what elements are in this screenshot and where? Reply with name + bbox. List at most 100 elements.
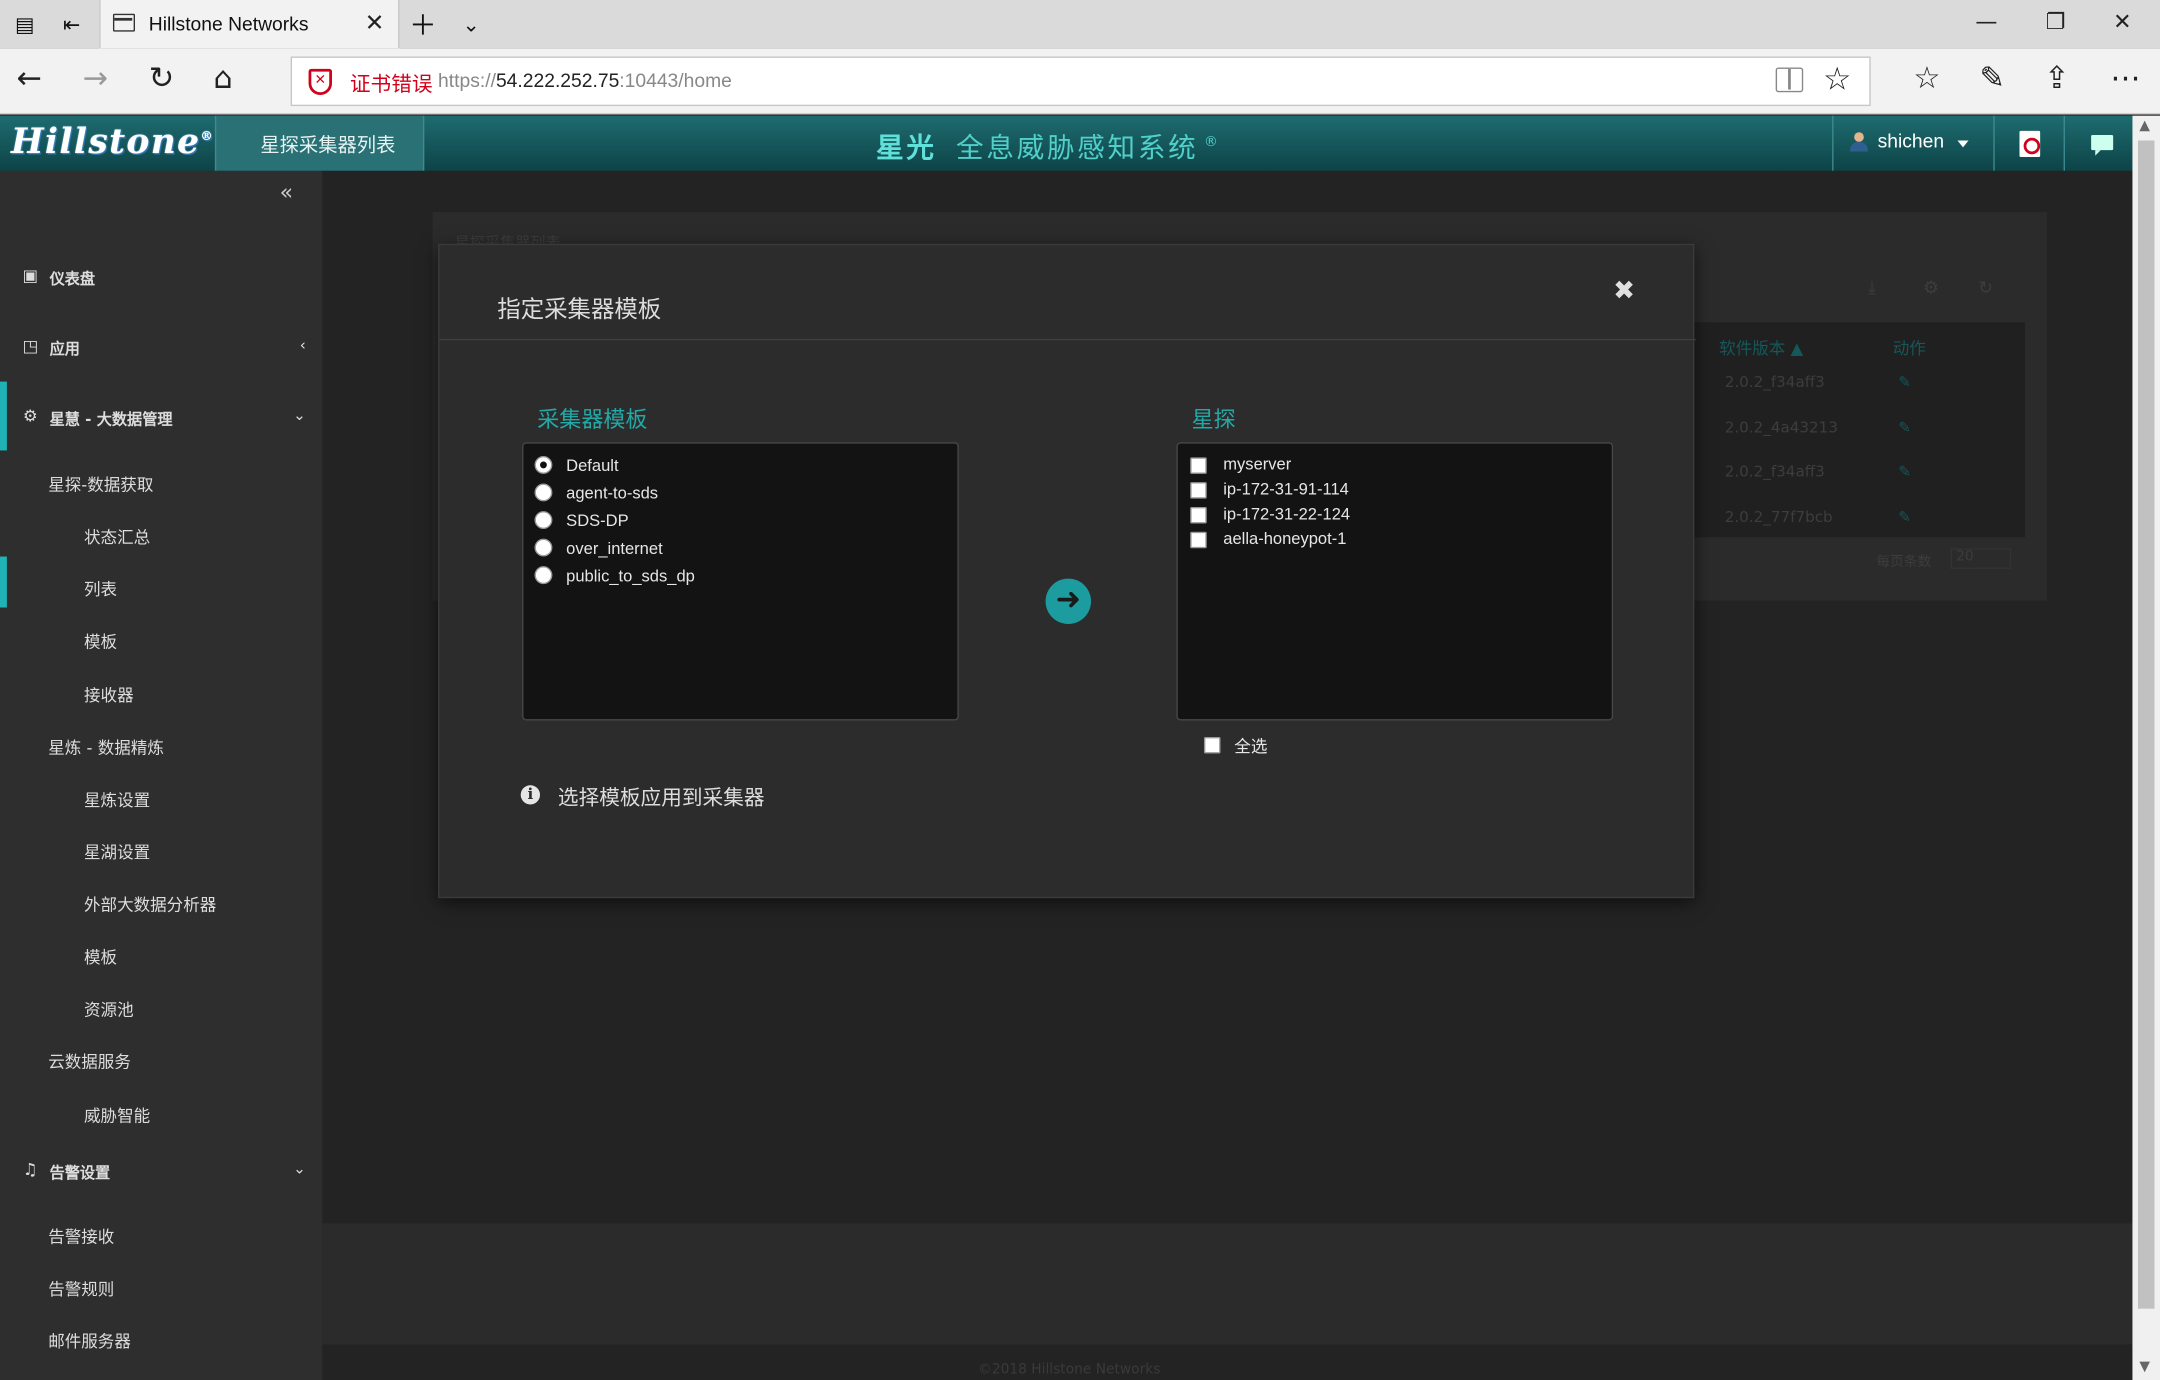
sidebar-item-apps[interactable]: ◳ 应用 ‹ bbox=[0, 329, 322, 370]
sidebar-item-template-2[interactable]: 模板 bbox=[0, 937, 322, 978]
web-note-pen-icon[interactable]: ✎ bbox=[1980, 62, 2005, 96]
checkbox[interactable] bbox=[1190, 506, 1207, 524]
radio-button[interactable] bbox=[534, 455, 553, 474]
edit-icon[interactable]: ✎ bbox=[1898, 508, 1911, 526]
edit-icon[interactable]: ✎ bbox=[1898, 419, 1911, 437]
browser-tab[interactable]: Hillstone Networks ✕ bbox=[99, 0, 400, 49]
header-tab-label: 星探采集器列表 bbox=[260, 134, 396, 158]
tab-title: Hillstone Networks bbox=[148, 12, 309, 35]
cogs-icon: ⚙ bbox=[22, 406, 38, 426]
restore-icon[interactable]: ❐ bbox=[2046, 8, 2066, 34]
reading-view-icon[interactable] bbox=[1775, 67, 1804, 93]
sidebar-item-status[interactable]: 状态汇总 bbox=[0, 517, 322, 558]
browser-nav-bar: ← → ↻ ⌂ ✕ 证书错误 https://54.222.252.75:104… bbox=[0, 48, 2160, 115]
checkbox[interactable] bbox=[1190, 482, 1207, 499]
probes-heading: 星探 bbox=[1191, 406, 1236, 433]
table-cell-version: 2.0.2_f34aff3 bbox=[1724, 373, 1825, 392]
minimize-icon[interactable]: — bbox=[1975, 8, 1997, 34]
tab-list-chevron-icon[interactable]: ⌄ bbox=[457, 11, 485, 39]
sidebar-item-bigdata[interactable]: ⚙ 星慧 - 大数据管理 ⌄ bbox=[0, 399, 322, 440]
cert-error-shield-icon[interactable]: ✕ bbox=[308, 68, 332, 96]
select-all-checkbox[interactable] bbox=[1203, 736, 1221, 754]
new-tab-icon[interactable]: ＋ bbox=[409, 11, 437, 39]
sidebar-item-dashboard[interactable]: ▣ 仪表盘 bbox=[0, 259, 322, 300]
set-tabs-aside-icon[interactable]: ⇤ bbox=[58, 11, 86, 39]
sidebar-item-refine-settings[interactable]: 星炼设置 bbox=[0, 780, 322, 821]
scroll-up-icon[interactable]: ▲ bbox=[2139, 118, 2150, 133]
user-name: shichen bbox=[1877, 129, 1945, 152]
collapse-sidebar-icon[interactable]: « bbox=[280, 179, 293, 205]
assign-template-modal: 指定采集器模板 ✖ 采集器模板 Default agent-to-sds SDS… bbox=[438, 243, 1696, 899]
sidebar-item-threat-intel[interactable]: 威胁智能 bbox=[0, 1095, 322, 1136]
favorites-hub-icon[interactable]: ☆ bbox=[1913, 62, 1940, 96]
bell-icon: ♫ bbox=[22, 1159, 38, 1180]
more-icon[interactable]: ⋯ bbox=[2110, 62, 2140, 96]
apps-icon: ◳ bbox=[22, 336, 39, 356]
settings-icon[interactable]: ⚙ bbox=[1923, 278, 1939, 299]
table-cell-version: 2.0.2_77f7bcb bbox=[1724, 508, 1833, 527]
radio-button[interactable] bbox=[534, 483, 553, 502]
home-icon[interactable]: ⌂ bbox=[214, 63, 233, 96]
back-icon[interactable]: ← bbox=[17, 63, 42, 96]
sidebar-item-lake-settings[interactable]: 星湖设置 bbox=[0, 832, 322, 873]
refresh-icon[interactable]: ↻ bbox=[149, 63, 174, 96]
footer-copyright: ©2018 Hillstone Networks bbox=[978, 1362, 1161, 1378]
sidebar-item-alarm-rules[interactable]: 告警规则 bbox=[0, 1269, 322, 1310]
sidebar: « ▣ 仪表盘 ◳ 应用 ‹ ⚙ 星慧 - 大数据管理 ⌄ 星探-数据获取 状态… bbox=[0, 170, 323, 1380]
download-icon[interactable]: ⤓ bbox=[1868, 278, 1876, 299]
app-header: Hillstone® 星探采集器列表 星光 全息威胁感知系统 ® shichen bbox=[0, 115, 2133, 171]
sidebar-item-template[interactable]: 模板 bbox=[0, 621, 322, 662]
close-icon[interactable]: ✖ bbox=[1613, 276, 1635, 306]
refresh-table-icon[interactable]: ↻ bbox=[1978, 278, 1993, 299]
table-cell-version: 2.0.2_4a43213 bbox=[1724, 418, 1838, 437]
favorite-star-icon[interactable]: ☆ bbox=[1823, 62, 1851, 98]
share-icon[interactable]: ⇪ bbox=[2044, 62, 2069, 96]
url-text[interactable]: https://54.222.252.75:10443/home bbox=[438, 69, 732, 91]
address-bar[interactable]: ✕ 证书错误 https://54.222.252.75:10443/home … bbox=[290, 56, 1871, 107]
sidebar-item-alarm-settings[interactable]: ♫ 告警设置 ⌄ bbox=[0, 1153, 322, 1194]
tab-close-icon[interactable]: ✕ bbox=[365, 10, 385, 38]
browser-tab-bar: ▤ ⇤ Hillstone Networks ✕ ＋ ⌄ — ❐ ✕ bbox=[0, 0, 2160, 49]
hillstone-logo[interactable]: Hillstone® bbox=[11, 121, 214, 161]
footer-bar bbox=[322, 1223, 2133, 1345]
radio-button[interactable] bbox=[534, 538, 553, 557]
page-icon bbox=[112, 13, 135, 32]
close-window-icon[interactable]: ✕ bbox=[2113, 8, 2131, 34]
sidebar-item-external-analyzer[interactable]: 外部大数据分析器 bbox=[0, 884, 322, 925]
pdf-icon[interactable] bbox=[2019, 130, 2041, 158]
header-tab-probe-list[interactable]: 星探采集器列表 bbox=[214, 115, 425, 171]
checkbox[interactable] bbox=[1190, 457, 1207, 474]
tab-manager-icon[interactable]: ▤ bbox=[11, 11, 39, 39]
chevron-down-icon: ⌄ bbox=[293, 406, 306, 425]
sidebar-item-refine[interactable]: 星炼 - 数据精炼 bbox=[0, 727, 322, 768]
sidebar-item-alarm-receive[interactable]: 告警接收 bbox=[0, 1216, 322, 1257]
table-cell-version: 2.0.2_f34aff3 bbox=[1724, 462, 1825, 481]
page-size-input[interactable]: 20 bbox=[1950, 548, 2012, 569]
user-menu[interactable]: shichen bbox=[1832, 115, 1995, 171]
sidebar-item-receiver[interactable]: 接收器 bbox=[0, 675, 322, 716]
checkbox[interactable] bbox=[1190, 531, 1207, 549]
modal-title: 指定采集器模板 bbox=[497, 296, 662, 324]
sidebar-item-probe-data[interactable]: 星探-数据获取 bbox=[0, 464, 322, 505]
radio-button[interactable] bbox=[534, 511, 553, 529]
dashboard-icon: ▣ bbox=[22, 265, 39, 286]
sidebar-item-list[interactable]: 列表 bbox=[0, 569, 322, 610]
edit-icon[interactable]: ✎ bbox=[1898, 463, 1911, 481]
scrollbar-thumb[interactable] bbox=[2137, 140, 2155, 1309]
forward-icon[interactable]: → bbox=[83, 63, 108, 96]
info-icon: i bbox=[520, 785, 540, 805]
sidebar-item-cloud-data[interactable]: 云数据服务 bbox=[0, 1041, 322, 1082]
radio-button[interactable] bbox=[534, 566, 553, 585]
page-scrollbar[interactable]: ▲ ▼ bbox=[2132, 115, 2160, 1380]
edit-icon[interactable]: ✎ bbox=[1898, 373, 1911, 391]
sidebar-item-resource-pool[interactable]: 资源池 bbox=[0, 989, 322, 1030]
chevron-down-icon: ⌄ bbox=[293, 1159, 306, 1178]
templates-heading: 采集器模板 bbox=[537, 406, 648, 433]
apply-arrow-button[interactable]: ➜ bbox=[1045, 578, 1092, 625]
sidebar-item-mail-server[interactable]: 邮件服务器 bbox=[0, 1321, 322, 1362]
message-icon[interactable] bbox=[2091, 134, 2114, 156]
template-list: Default agent-to-sds SDS-DP over_interne… bbox=[522, 442, 959, 721]
cert-error-label[interactable]: 证书错误 bbox=[350, 69, 433, 98]
scroll-down-icon[interactable]: ▼ bbox=[2139, 1360, 2150, 1375]
system-title: 星光 全息威胁感知系统 ® bbox=[876, 130, 1221, 164]
